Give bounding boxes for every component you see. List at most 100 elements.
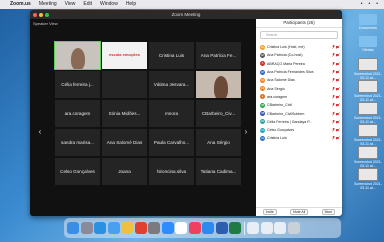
settings-icon[interactable] [148, 222, 160, 234]
status-icon[interactable]: • [368, 0, 370, 9]
calendar-icon[interactable] [175, 222, 187, 234]
desktop-item-label: Screenshot 2021-03-11 at... [354, 116, 382, 124]
participant-row[interactable]: CL Cristina Luis [256, 134, 342, 142]
participant-search-input[interactable]: Search [260, 31, 338, 39]
launchpad-icon[interactable] [80, 222, 93, 234]
document3-icon[interactable] [274, 222, 286, 234]
chrome-icon[interactable] [134, 222, 147, 234]
video-tile[interactable]: Paula Carvalho... [148, 128, 195, 157]
participant-row[interactable]: A ABRAÇO Maria Pereira [256, 60, 342, 68]
video-tile[interactable]: Célia ferreira j... [54, 70, 101, 99]
maximize-icon[interactable] [45, 12, 49, 17]
desktop-file[interactable]: Screenshot 2021-03-11 at... [352, 146, 384, 168]
video-tile[interactable]: Ana Patrícia Fe... [195, 41, 242, 70]
trash-icon[interactable] [287, 222, 300, 234]
mic-muted-icon [332, 103, 342, 108]
participant-row-name: ara.coragem [267, 94, 288, 99]
document-icon[interactable] [247, 222, 259, 234]
video-tile[interactable]: escola emoções [101, 41, 148, 70]
mic-muted-icon [332, 70, 342, 75]
participants-title: Participants (26) [256, 19, 342, 28]
close-icon[interactable] [33, 12, 37, 17]
mail-icon[interactable] [107, 222, 120, 234]
excel-icon[interactable] [229, 222, 241, 234]
video-tile[interactable]: Celso Gonçalves [54, 157, 101, 186]
document2-icon[interactable] [260, 222, 273, 234]
menu-item-view[interactable]: View [65, 0, 76, 9]
participant-row-name: Cristina Luis (Host, me) [267, 45, 305, 50]
image-file-icon [358, 80, 378, 93]
video-tile[interactable]: Joana [101, 157, 148, 186]
avatar: AS [260, 86, 265, 92]
participant-row[interactable]: AS Ana Salomé Dias [256, 76, 342, 84]
avatar: CB [260, 102, 265, 108]
word-icon[interactable] [215, 222, 228, 234]
next-page-arrow[interactable]: › [242, 124, 250, 140]
mute-all-button[interactable]: Mute All [290, 209, 309, 215]
appstore-icon[interactable] [202, 222, 214, 234]
participant-row[interactable]: AP Ana Patrícia Fernandes Silva [256, 68, 342, 76]
menu-app-name[interactable]: Zoom.us [10, 0, 31, 9]
zoom-icon[interactable] [161, 222, 174, 234]
mic-muted-icon [332, 78, 342, 83]
menu-item-meeting[interactable]: Meeting [39, 0, 57, 9]
participant-row[interactable]: CG Celso Gonçalves [256, 126, 342, 134]
participant-row[interactable]: CL Cristina Luis (Host, me) [256, 43, 342, 51]
video-tile[interactable]: CBarbeiro_Civ... [195, 99, 242, 128]
status-icon[interactable]: • [376, 0, 378, 9]
video-tile[interactable]: sandra marisa... [54, 128, 101, 157]
desktop-file[interactable]: Screenshot 2021-03-11 at... [352, 58, 384, 80]
participant-name: Tatiana Cadima... [200, 169, 237, 174]
speaker-view-button[interactable]: Speaker View [33, 21, 58, 26]
participant-video [71, 48, 85, 69]
video-tile[interactable]: Ana Sérgio [195, 128, 242, 157]
participant-row[interactable]: AP Ana Patrícia (Co-host) [256, 51, 342, 59]
video-tile[interactable]: hironcina.silva [148, 157, 195, 186]
participant-row-name: ABRAÇO Maria Pereira [267, 61, 305, 66]
participant-row[interactable]: CB CBarbeiro_Civil [256, 101, 342, 109]
menu-item-window[interactable]: Window [100, 0, 118, 9]
desktop-file[interactable]: Screenshot 2021-03-11 at... [352, 102, 384, 124]
mic-muted-icon [332, 119, 342, 124]
video-tile[interactable]: Vátima Jesvara... [148, 70, 195, 99]
music-icon[interactable] [188, 222, 201, 234]
desktop-file[interactable]: Screenshot 2021-03-11 at... [352, 80, 384, 102]
finder-icon[interactable] [67, 222, 79, 234]
desktop-folder[interactable]: Ofertas [352, 36, 384, 52]
invite-button[interactable]: Invite [262, 209, 277, 215]
video-tile[interactable] [54, 41, 101, 70]
video-tile[interactable]: Cristina Luis [148, 41, 195, 70]
desktop-folder[interactable]: Documents [352, 14, 384, 30]
participant-row[interactable]: CB CBarbeiro_CivilSubtem [256, 109, 342, 117]
menu-item-help[interactable]: Help [126, 0, 136, 9]
more-button[interactable]: More [321, 209, 336, 215]
minimize-icon[interactable] [39, 12, 43, 17]
avatar: A [260, 61, 265, 67]
video-tile[interactable] [195, 70, 242, 99]
image-file-icon [358, 168, 378, 181]
photos-icon[interactable] [121, 222, 133, 234]
safari-icon[interactable] [94, 222, 106, 234]
video-tile[interactable]: mnora [148, 99, 195, 128]
video-tile[interactable]: Ana Salomé Dias [101, 128, 148, 157]
video-tile[interactable]: Tatiana Cadima... [195, 157, 242, 186]
desktop-file[interactable]: Screenshot 2021-03-11 at... [352, 168, 384, 190]
participant-row[interactable]: AS Ana Sérgio [256, 84, 342, 92]
participant-name: Ana Sérgio [207, 140, 230, 145]
participant-name: Sónia Midões... [108, 111, 141, 116]
desktop-item-label: Ofertas [362, 48, 374, 52]
participants-panel: Participants (26) Search CL Cristina Luis… [256, 19, 342, 216]
video-tile[interactable]: Sónia Midões... [101, 99, 148, 128]
window-controls [33, 12, 49, 17]
video-tile[interactable]: ara.coragem [54, 99, 101, 128]
status-icon[interactable]: • [361, 0, 363, 9]
menu-item-edit[interactable]: Edit [83, 0, 92, 9]
video-tile[interactable] [101, 70, 148, 99]
avatar: CG [260, 127, 265, 133]
participant-name: Cristina Luis [158, 53, 185, 58]
participants-footer: Invite Mute All More [256, 207, 342, 216]
prev-page-arrow[interactable]: ‹ [36, 124, 44, 140]
desktop-file[interactable]: Screenshot 2021-03-11 at... [352, 124, 384, 146]
participant-row[interactable]: a ara.coragem [256, 93, 342, 101]
participant-row[interactable]: CF Célia Ferreira | Gandaya P... [256, 118, 342, 126]
